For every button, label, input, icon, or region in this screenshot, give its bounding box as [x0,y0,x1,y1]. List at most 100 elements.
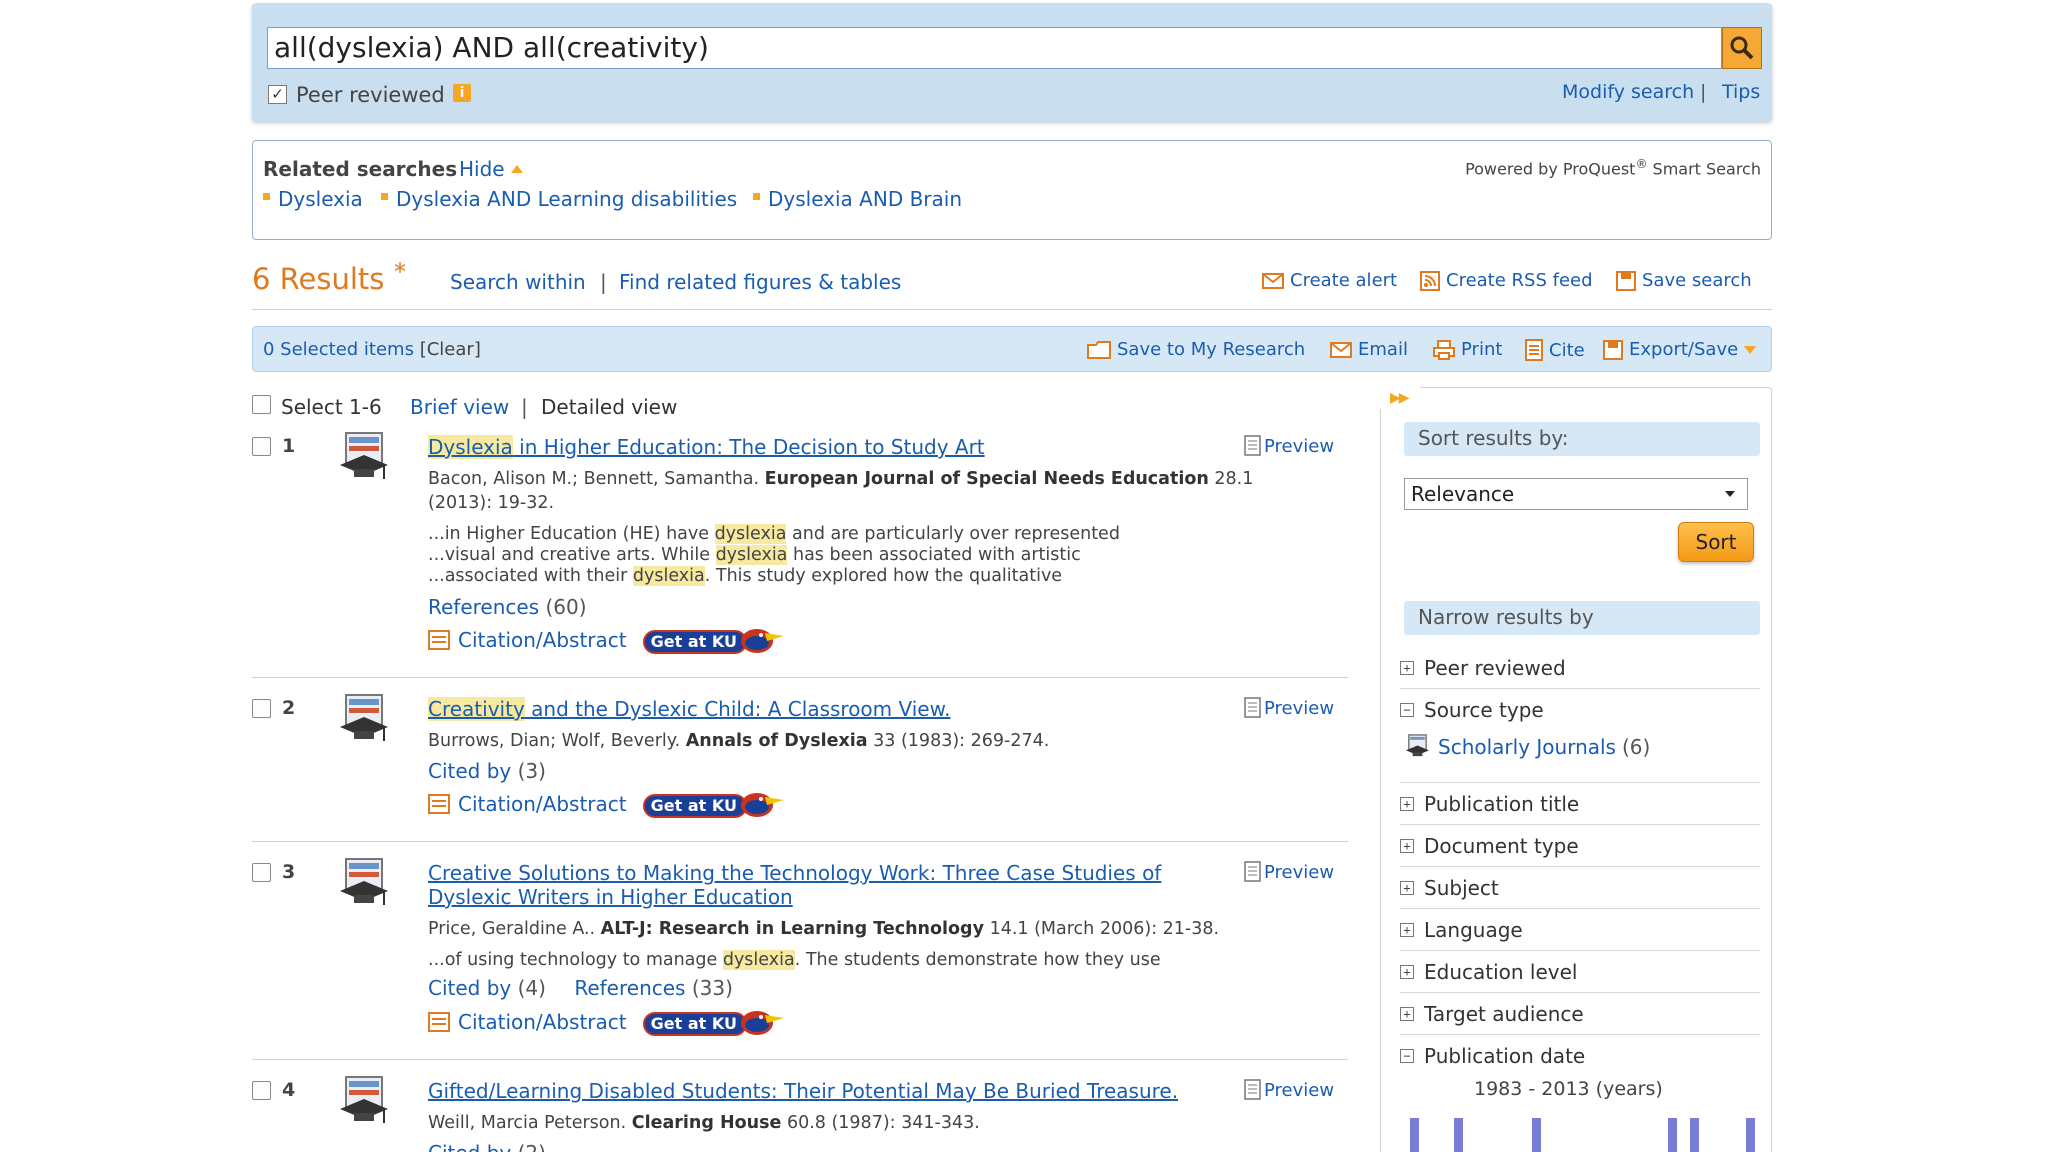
collapse-sidebar-icon[interactable]: ▶▶ [1390,390,1409,406]
citation-icon [428,794,450,814]
preview-button[interactable]: Preview [1244,1079,1334,1101]
date-histogram-bar[interactable] [1668,1118,1677,1152]
citation-abstract-link[interactable]: Citation/Abstract [428,1010,627,1034]
facet-education-level[interactable]: + Education level [1400,960,1760,984]
get-at-ku-button[interactable]: Get at KU [642,791,784,818]
preview-icon [1244,861,1261,882]
sort-select[interactable]: Relevance [1404,478,1748,510]
result-checkbox[interactable] [252,863,271,882]
separator: | [1700,81,1707,103]
related-search-link[interactable]: Dyslexia AND Learning disabilities [381,187,737,211]
save-to-my-research-button[interactable]: Save to My Research [1087,339,1305,360]
get-at-ku-button[interactable]: Get at KU [642,1009,784,1036]
facet-option-scholarly-journals[interactable]: Scholarly Journals (6) [1404,734,1650,760]
related-searches-panel: Related searches Hide Powered by ProQues… [252,140,1772,240]
result-links: Cited by (4) References (33) [428,976,733,1000]
separator: | [600,270,607,294]
expand-icon: + [1400,839,1414,853]
create-alert-button[interactable]: Create alert [1262,270,1397,291]
cite-button[interactable]: Cite [1525,339,1585,361]
references-link[interactable]: References (60) [428,595,587,619]
result-number: 2 [282,697,296,719]
cited-by-link[interactable]: Cited by (4) [428,976,546,1000]
citation-abstract-link[interactable]: Citation/Abstract [428,792,627,816]
date-histogram-bar[interactable] [1410,1118,1419,1152]
info-icon[interactable]: i [453,84,471,102]
select-all-checkbox[interactable] [252,395,271,414]
divider [1400,908,1760,909]
facet-document-type[interactable]: + Document type [1400,834,1760,858]
date-range-label: 1983 - 2013 (years) [1474,1078,1663,1100]
expand-icon: + [1400,881,1414,895]
create-rss-button[interactable]: Create RSS feed [1420,270,1593,291]
bullet-icon [753,193,760,200]
facet-target-audience[interactable]: + Target audience [1400,1002,1760,1026]
peer-reviewed-checkbox[interactable]: ✓ [268,85,287,104]
sort-button[interactable]: Sort [1678,522,1754,562]
hide-related-link[interactable]: Hide [459,157,505,181]
result-title-link[interactable]: Creativity and the Dyslexic Child: A Cla… [428,697,1228,721]
divider [252,841,1348,842]
print-button[interactable]: Print [1433,339,1502,360]
divider [1400,824,1760,825]
date-histogram-bar[interactable] [1690,1118,1699,1152]
result-checkbox[interactable] [252,437,271,456]
search-button[interactable] [1722,27,1762,69]
result-title-link[interactable]: Gifted/Learning Disabled Students: Their… [428,1079,1228,1103]
cited-by-link[interactable]: Cited by (2) [428,1141,546,1152]
separator: | [521,395,528,419]
find-related-figures-link[interactable]: Find related figures & tables [619,270,901,294]
bullet-icon [263,193,270,200]
related-search-link[interactable]: Dyslexia AND Brain [753,187,962,211]
preview-icon [1244,435,1261,456]
expand-icon: + [1400,797,1414,811]
email-button[interactable]: Email [1330,339,1408,360]
collapse-icon: − [1400,703,1414,717]
citation-abstract-link[interactable]: Citation/Abstract [428,628,627,652]
save-search-button[interactable]: Save search [1616,270,1752,291]
export-save-dropdown[interactable]: Export/Save [1603,339,1757,360]
result-title-link[interactable]: Creative Solutions to Making the Technol… [428,861,1228,909]
preview-button[interactable]: Preview [1244,435,1334,457]
brief-view-link[interactable]: Brief view [410,395,509,419]
preview-button[interactable]: Preview [1244,861,1334,883]
result-title-link[interactable]: Dyslexia in Higher Education: The Decisi… [428,435,1228,459]
expand-icon: + [1400,923,1414,937]
search-within-link[interactable]: Search within [450,270,586,294]
facet-language[interactable]: + Language [1400,918,1760,942]
modify-search-link[interactable]: Modify search [1562,81,1694,103]
result-citation-meta: Burrows, Dian; Wolf, Beverly. Annals of … [428,731,1050,751]
result-checkbox[interactable] [252,699,271,718]
related-searches-title: Related searches [263,157,458,181]
sort-heading: Sort results by: [1404,422,1760,456]
facet-subject[interactable]: + Subject [1400,876,1760,900]
result-citation-meta: Bacon, Alison M.; Bennett, Samantha. Eur… [428,469,1254,513]
powered-by-text: Powered by ProQuest® Smart Search [1465,157,1761,179]
search-panel: all(dyslexia) AND all(creativity) ✓ Peer… [252,3,1772,121]
preview-button[interactable]: Preview [1244,697,1334,719]
references-link[interactable]: References (33) [574,976,733,1000]
selection-toolbar: 0 Selected items [Clear] Save to My Rese… [252,326,1772,372]
facet-publication-date[interactable]: − Publication date [1400,1044,1760,1068]
cited-by-link[interactable]: Cited by (3) [428,759,546,783]
get-at-ku-button[interactable]: Get at KU [642,627,784,654]
expand-icon: + [1400,965,1414,979]
tips-link[interactable]: Tips [1722,81,1760,103]
related-search-link[interactable]: Dyslexia [263,187,363,211]
result-checkbox[interactable] [252,1081,271,1100]
facet-publication-title[interactable]: + Publication title [1400,792,1760,816]
citation-icon [428,1012,450,1032]
date-histogram-bar[interactable] [1746,1118,1755,1152]
facet-peer-reviewed[interactable]: + Peer reviewed [1400,656,1760,680]
date-histogram-bar[interactable] [1532,1118,1541,1152]
clear-selection-link[interactable]: [Clear] [420,339,481,360]
search-input[interactable]: all(dyslexia) AND all(creativity) [267,27,1722,69]
divider [1400,950,1760,951]
jayhawk-logo-icon [740,793,784,817]
jayhawk-logo-icon [740,629,784,653]
facet-source-type[interactable]: − Source type [1400,698,1760,722]
result-snippet: ...in Higher Education (HE) have dyslexi… [428,524,1120,586]
date-histogram-bar[interactable] [1454,1118,1463,1152]
caret-up-icon [511,165,523,173]
jayhawk-logo-icon [740,1011,784,1035]
